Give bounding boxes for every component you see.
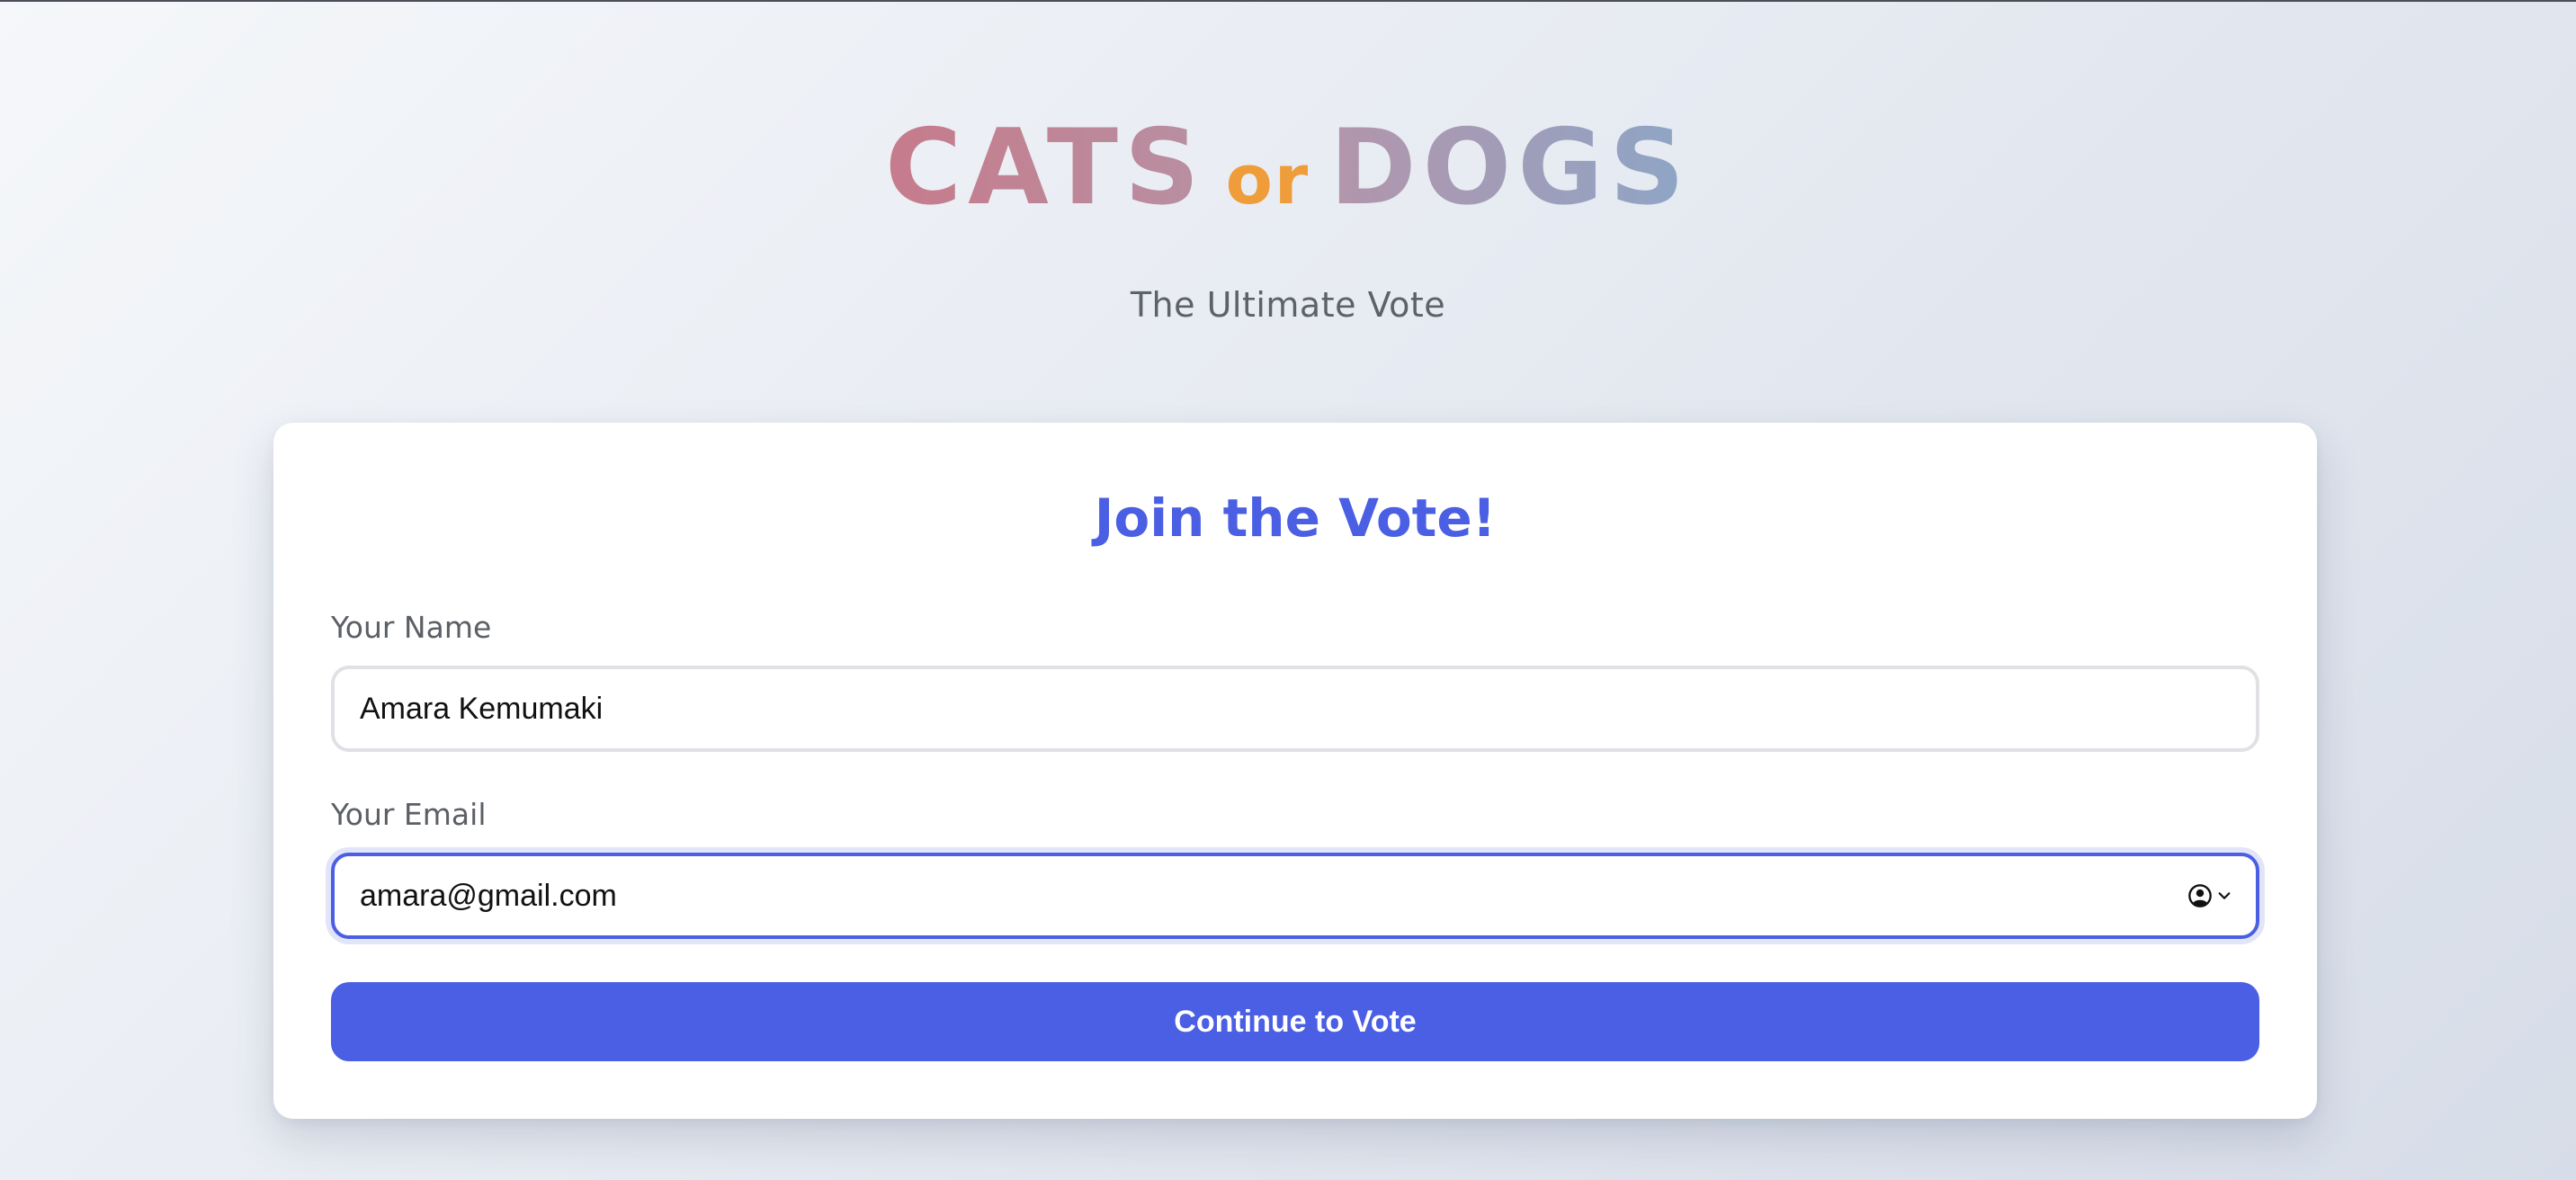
contact-autofill-button[interactable] xyxy=(2187,880,2238,912)
chevron-down-icon xyxy=(2218,892,2231,899)
page-header: CATS or DOGS The Ultimate Vote xyxy=(0,110,2576,326)
title-or: or xyxy=(1225,139,1310,219)
email-input[interactable] xyxy=(331,853,2259,939)
name-input[interactable] xyxy=(331,666,2259,752)
title-dogs: DOGS xyxy=(1329,107,1691,228)
form-heading: Join the Vote! xyxy=(1094,487,1497,549)
join-form-card: Join the Vote! Your Name Your Email Cont… xyxy=(273,423,2317,1119)
person-circle-icon xyxy=(2188,884,2212,907)
email-label: Your Email xyxy=(331,797,487,832)
app-subtitle: The Ultimate Vote xyxy=(1130,285,1446,325)
title-cats: CATS xyxy=(885,107,1206,228)
app-title: CATS or DOGS xyxy=(0,110,2576,238)
continue-to-vote-button[interactable]: Continue to Vote xyxy=(331,982,2259,1061)
name-label: Your Name xyxy=(331,610,492,645)
